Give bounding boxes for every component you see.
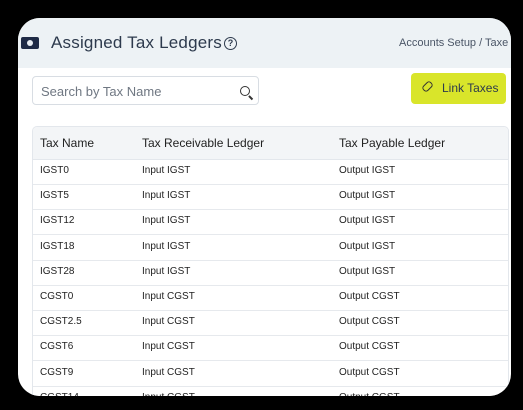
table-row[interactable]: IGST12 Input IGST Output IGST bbox=[33, 209, 508, 236]
table-row[interactable]: CGST9 Input CGST Output CGST bbox=[33, 361, 508, 387]
cell-receivable-ledger: Input CGST bbox=[142, 316, 195, 328]
search-icon[interactable] bbox=[240, 86, 250, 96]
cell-payable-ledger: Output IGST bbox=[339, 190, 396, 202]
cell-tax-name: CGST9 bbox=[40, 366, 74, 378]
table-row[interactable]: IGST28 Input IGST Output IGST bbox=[33, 260, 508, 286]
column-header-payable-ledger[interactable]: Tax Payable Ledger bbox=[339, 136, 445, 150]
tax-ledgers-table: Tax Name Tax Receivable Ledger Tax Payab… bbox=[32, 126, 509, 396]
cell-tax-name: CGST14 bbox=[40, 392, 79, 396]
table-row[interactable]: CGST14 Input CGST Output CGST bbox=[33, 386, 508, 396]
cell-payable-ledger: Output CGST bbox=[339, 291, 400, 302]
cell-payable-ledger: Output CGST bbox=[339, 316, 400, 328]
app-screen: Assigned Tax Ledgers ? Accounts Setup / … bbox=[18, 18, 511, 396]
table-row[interactable]: IGST18 Input IGST Output IGST bbox=[33, 235, 508, 261]
page-header: Assigned Tax Ledgers ? Accounts Setup / … bbox=[18, 18, 511, 68]
cell-receivable-ledger: Input CGST bbox=[142, 341, 195, 353]
breadcrumb[interactable]: Accounts Setup / Taxe bbox=[399, 37, 508, 49]
table-row[interactable]: IGST5 Input IGST Output IGST bbox=[33, 184, 508, 211]
cell-payable-ledger: Output CGST bbox=[339, 341, 400, 353]
link-icon bbox=[421, 80, 434, 93]
cell-receivable-ledger: Input IGST bbox=[142, 165, 191, 176]
cell-tax-name: IGST12 bbox=[40, 215, 75, 227]
cell-tax-name: CGST0 bbox=[40, 291, 74, 302]
cell-receivable-ledger: Input IGST bbox=[142, 240, 191, 252]
cell-tax-name: CGST6 bbox=[40, 341, 74, 353]
help-icon[interactable]: ? bbox=[224, 37, 237, 50]
cell-tax-name: IGST0 bbox=[40, 165, 69, 176]
page-title: Assigned Tax Ledgers bbox=[51, 33, 222, 52]
cell-payable-ledger: Output IGST bbox=[339, 265, 396, 277]
cell-payable-ledger: Output CGST bbox=[339, 366, 400, 378]
cell-payable-ledger: Output IGST bbox=[339, 215, 396, 227]
table-row[interactable]: CGST2.5 Input CGST Output CGST bbox=[33, 310, 508, 337]
column-header-tax-name[interactable]: Tax Name bbox=[40, 136, 94, 150]
link-taxes-button[interactable]: Link Taxes bbox=[411, 73, 506, 104]
search-input[interactable]: Search by Tax Name bbox=[32, 76, 259, 105]
cell-tax-name: CGST2.5 bbox=[40, 316, 82, 328]
table-row[interactable]: CGST0 Input CGST Output CGST bbox=[33, 285, 508, 311]
cell-payable-ledger: Output IGST bbox=[339, 165, 396, 176]
search-placeholder: Search by Tax Name bbox=[41, 84, 162, 99]
cell-receivable-ledger: Input CGST bbox=[142, 392, 195, 396]
table-row[interactable]: CGST6 Input CGST Output CGST bbox=[33, 335, 508, 362]
cell-tax-name: IGST28 bbox=[40, 265, 75, 277]
cell-receivable-ledger: Input IGST bbox=[142, 190, 191, 202]
cell-receivable-ledger: Input CGST bbox=[142, 291, 195, 302]
device-frame: Assigned Tax Ledgers ? Accounts Setup / … bbox=[4, 4, 519, 406]
cell-receivable-ledger: Input IGST bbox=[142, 265, 191, 277]
table-row[interactable]: IGST0 Input IGST Output IGST bbox=[33, 159, 508, 185]
cell-tax-name: IGST18 bbox=[40, 240, 75, 252]
money-icon bbox=[21, 37, 39, 49]
table-header: Tax Name Tax Receivable Ledger Tax Payab… bbox=[33, 127, 508, 160]
cell-tax-name: IGST5 bbox=[40, 190, 69, 202]
cell-receivable-ledger: Input CGST bbox=[142, 366, 195, 378]
link-taxes-label: Link Taxes bbox=[442, 81, 499, 95]
cell-receivable-ledger: Input IGST bbox=[142, 215, 191, 227]
cell-payable-ledger: Output CGST bbox=[339, 392, 400, 396]
cell-payable-ledger: Output IGST bbox=[339, 240, 396, 252]
column-header-receivable-ledger[interactable]: Tax Receivable Ledger bbox=[142, 136, 264, 150]
